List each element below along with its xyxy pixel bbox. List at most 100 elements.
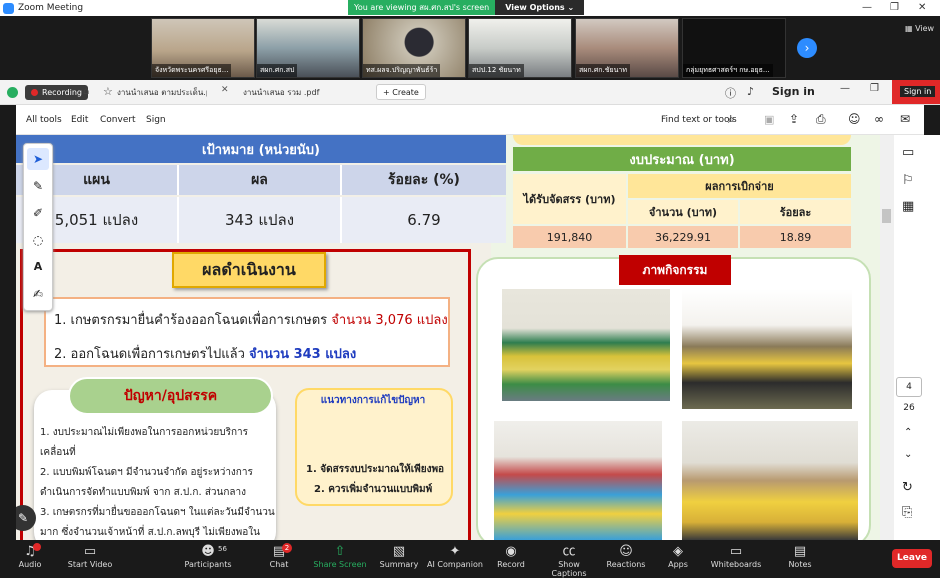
start-video-button[interactable]: ▭ Start Video [62, 544, 118, 569]
solutions-list: 1. จัดสรรงบประมาณให้เพียงพอ 2. ควรเพิ่มจ… [306, 460, 444, 500]
recording-label: Recording [42, 88, 83, 97]
problems-list: 1. งบประมาณไม่เพียงพอในการออกหน่วยบริการ… [40, 423, 275, 540]
chat-button[interactable]: ▤ Chat [251, 544, 307, 569]
close-icon[interactable]: ✕ [918, 2, 926, 13]
bookmark-icon[interactable]: ⚐ [902, 173, 914, 188]
star-icon[interactable]: ☆ [103, 85, 113, 98]
solutions-title: แนวทางการแก้ไขปัญหา [320, 395, 426, 406]
audio-button[interactable]: ♫ Audio [2, 544, 58, 569]
apps-button[interactable]: ◈ Apps [650, 544, 706, 569]
share-screen-icon: ⇧ [334, 544, 346, 559]
participant-name: สผก.ศก.ชัยนาท [576, 64, 630, 77]
share-screen-button[interactable]: ⇧ Share Screen [312, 544, 368, 569]
solutions-item: 2. ควรเพิ่มจำนวนแบบพิมพ์ [314, 484, 433, 495]
page-down-icon[interactable]: ⌄ [904, 449, 912, 460]
participant-tile[interactable]: จังหวัดพระนครศรีอยุธ... [151, 18, 255, 78]
comment-panel-icon[interactable]: ▭ [902, 145, 914, 160]
reactions-button[interactable]: ☺ Reactions [598, 544, 654, 569]
problems-item: 2. แบบพิมพ์โฉนดฯ มีจำนวนจำกัด อยู่ระหว่า… [40, 467, 253, 478]
save-icon[interactable]: ▣ [764, 113, 774, 126]
save-page-icon[interactable]: ⎘ [902, 505, 912, 520]
scrollbar[interactable] [880, 135, 894, 540]
page-number-field[interactable]: 4 [896, 377, 922, 397]
minimize-icon[interactable]: — [862, 2, 872, 13]
budget-top-strip [513, 135, 851, 145]
zoom-logo-icon [3, 2, 14, 14]
app-minimize-icon[interactable]: — [840, 83, 850, 94]
pen-tool-icon[interactable]: ✐ [27, 202, 49, 224]
recording-indicator[interactable]: Recording [25, 85, 89, 100]
record-icon: ◉ [505, 544, 517, 559]
home-icon[interactable]: ⌂ [83, 86, 89, 97]
participants-icon: ☻ [201, 544, 215, 559]
text-tool-icon[interactable]: A [27, 256, 49, 278]
participant-tile[interactable]: กลุ่มยุทธศาสตร์ฯ กษ.อยุธ... [682, 18, 786, 78]
menu-sign[interactable]: Sign [146, 115, 166, 125]
chat-badge: 2 [282, 543, 292, 553]
scrollbar-thumb[interactable] [882, 209, 891, 223]
mail-icon[interactable]: ✉ [900, 112, 910, 126]
page-up-icon[interactable]: ⌃ [904, 427, 912, 438]
pdf-viewer[interactable]: เป้าหมาย (หน่วยนับ) แผน ผล ร้อยละ (%) 5,… [16, 135, 880, 540]
ai-companion-button[interactable]: ✦ AI Companion [427, 544, 483, 569]
problems-item: มาก ซึ่งจำนวนเจ้าหน้าที่ ส.ป.ก.ลพบุรี ไม… [40, 527, 260, 538]
select-tool-icon[interactable]: ➤ [27, 148, 49, 170]
bell-icon[interactable]: ♪ [747, 85, 754, 98]
participant-tile[interactable]: ทส.ผลจ.ปริญญาพันธ์ร้า [362, 18, 466, 78]
record-button[interactable]: ◉ Record [483, 544, 539, 569]
chat-icon: ▤ [272, 544, 286, 559]
budget-received-value: 191,840 [513, 226, 626, 248]
view-button[interactable]: ▦ View [905, 24, 934, 33]
window-title: Zoom Meeting [18, 3, 84, 13]
sparkle-icon: ✦ [449, 544, 461, 559]
emoji-icon: ☺ [619, 544, 633, 559]
budget-amount-value: 36,229.91 [628, 226, 738, 248]
restore-icon[interactable]: ❐ [890, 2, 899, 13]
viewing-label: You are viewing สผ.ศก.สป's screen [348, 0, 496, 15]
app-restore-icon[interactable]: ❐ [870, 83, 879, 94]
microphone-icon: ♫ [24, 544, 36, 559]
participant-name: สปป.12 ชัยนาท [469, 64, 524, 77]
link-icon[interactable]: ∞ [874, 112, 884, 126]
sign-in-link[interactable]: Sign in [772, 85, 815, 98]
results-line-2: 2. ออกโฉนดเพื่อการเกษตรไปแล้ว จำนวน 343 … [54, 347, 357, 362]
tab-document-2[interactable]: งานนำเสนอ รวม .pdf [243, 86, 323, 99]
tab-document-1[interactable]: งานนำเสนอ ตามประเด็น.pdf [117, 86, 207, 99]
fill-sign-icon[interactable]: ✍ [27, 283, 49, 305]
participant-tile[interactable]: สปป.12 ชัยนาท [468, 18, 572, 78]
participant-name: จังหวัดพระนครศรีอยุธ... [152, 64, 232, 77]
draw-shape-icon[interactable]: ◌ [27, 229, 49, 251]
menu-edit[interactable]: Edit [71, 115, 88, 125]
right-side-panel: ▭ ⚐ ▦ 4 26 ⌃ ⌄ ↻ ⎘ [880, 135, 940, 540]
activity-photo-4 [682, 421, 858, 540]
budget-title: งบประมาณ (บาท) [513, 147, 851, 171]
search-icon[interactable]: ⌕ [728, 112, 735, 127]
refresh-icon[interactable]: ↻ [902, 480, 913, 495]
menu-convert[interactable]: Convert [100, 115, 136, 125]
print-icon[interactable]: ⎙ [816, 112, 826, 127]
view-options-button[interactable]: View Options ⌄ [495, 0, 585, 15]
tab-close-icon[interactable]: ✕ [221, 85, 229, 95]
share-user-icon[interactable]: ☺ [848, 112, 861, 126]
captions-icon: ㏄ [562, 544, 576, 559]
leave-button[interactable]: Leave [892, 549, 932, 568]
next-page-arrow-icon[interactable]: › [797, 38, 817, 58]
upload-icon[interactable]: ⇪ [789, 112, 799, 126]
help-icon[interactable]: ⓘ [725, 85, 736, 101]
activity-photo-2 [682, 289, 852, 409]
create-button[interactable]: + Create [376, 84, 426, 100]
sign-in-tooltip: Sign in [900, 86, 936, 97]
notes-button[interactable]: ▤ Notes [772, 544, 828, 569]
participant-name: สผก.ศก.สป [257, 64, 298, 77]
show-captions-button[interactable]: ㏄ Show Captions [541, 544, 597, 578]
thumbnails-icon[interactable]: ▦ [902, 199, 914, 214]
participant-tile[interactable]: สผก.ศก.สป [256, 18, 360, 78]
find-text-button[interactable]: Find text or tools [661, 115, 737, 125]
notes-icon: ▤ [793, 544, 807, 559]
menu-all-tools[interactable]: All tools [26, 115, 62, 125]
participants-button[interactable]: ☻ Participants [180, 544, 236, 569]
participant-tile[interactable]: สผก.ศก.ชัยนาท [575, 18, 679, 78]
whiteboards-button[interactable]: ▭ Whiteboards [708, 544, 764, 569]
summary-button[interactable]: ▧ Summary [371, 544, 427, 569]
comment-tool-icon[interactable]: ✎ [27, 175, 49, 197]
